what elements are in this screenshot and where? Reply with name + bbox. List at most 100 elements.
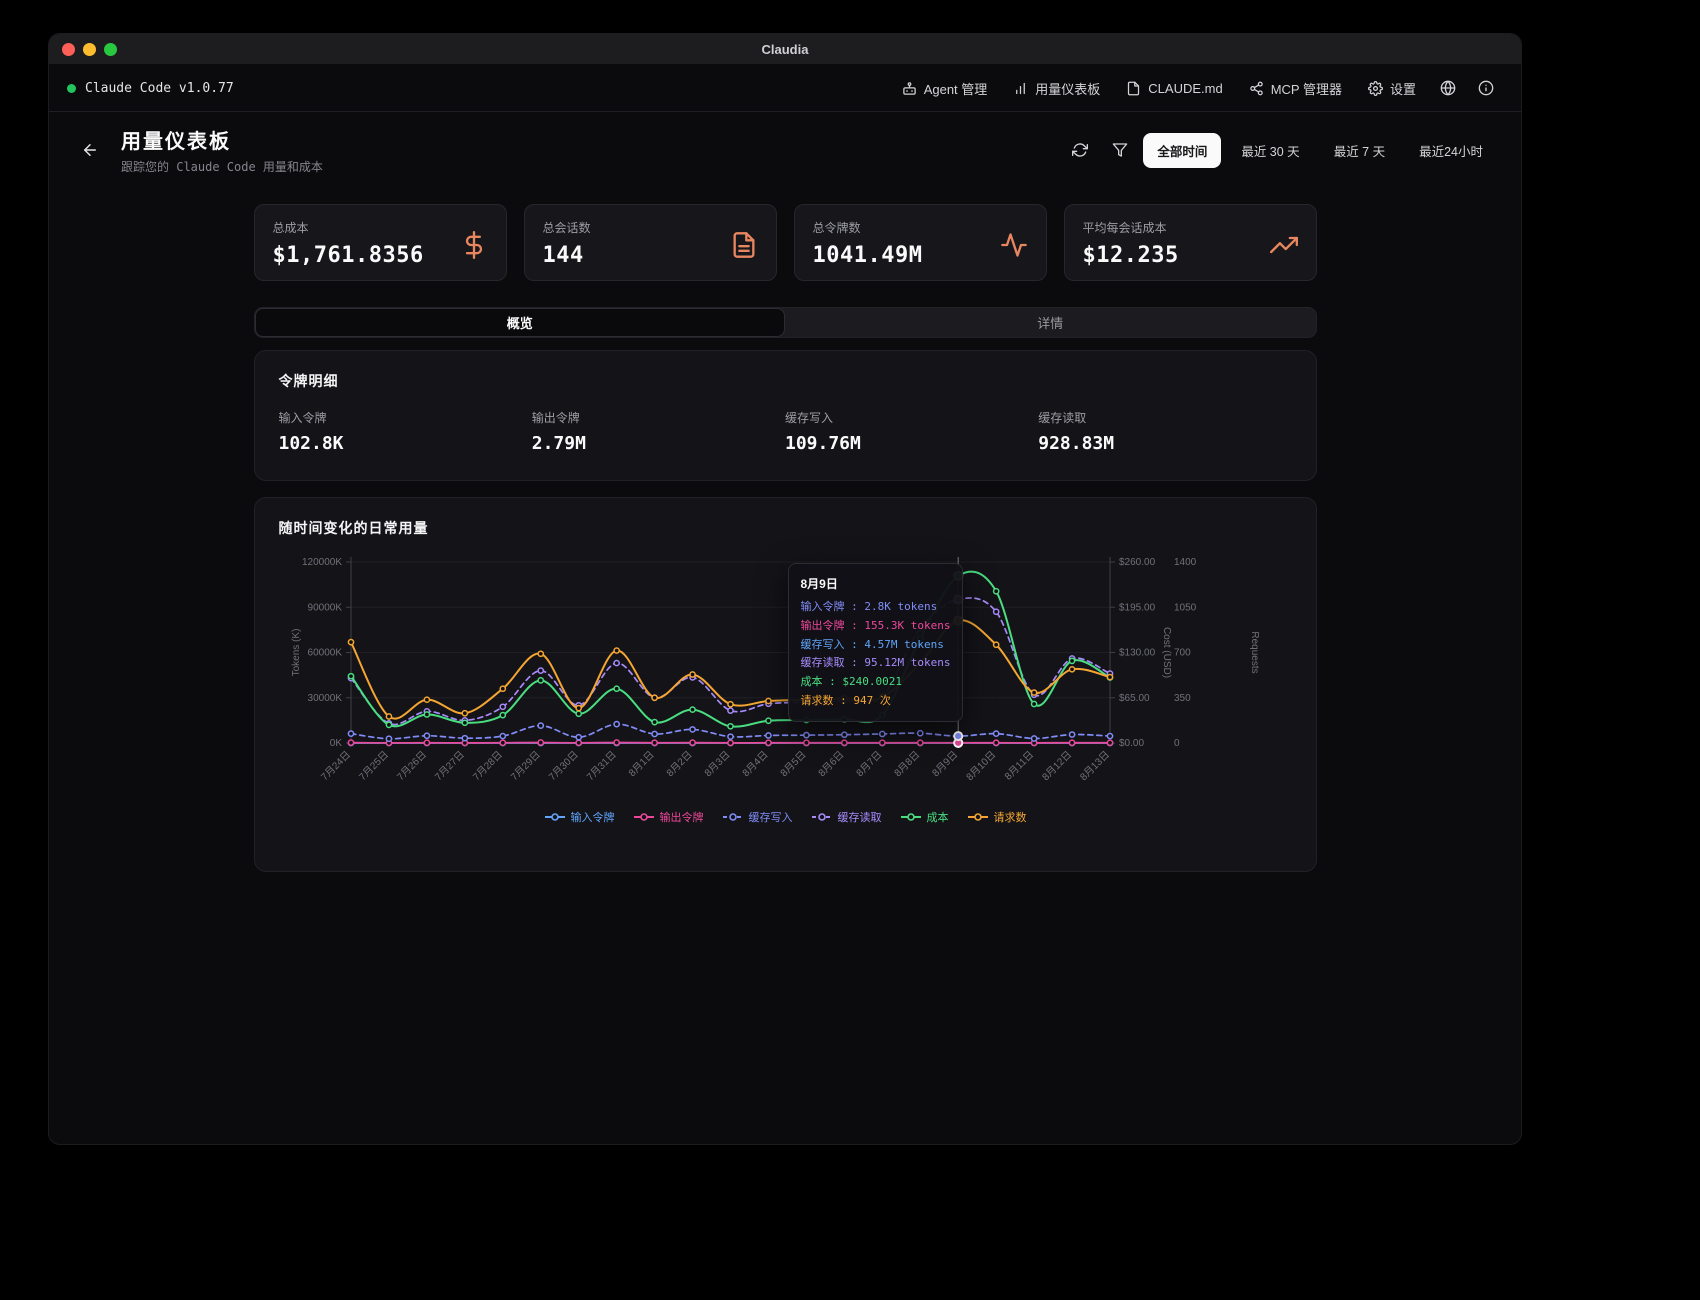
stat-card-avg-cost: 平均每会话成本 $12.235	[1064, 204, 1317, 281]
page-header: 用量仪表板 跟踪您的 Claude Code 用量和成本 全部时间 最近 30 …	[49, 112, 1521, 192]
nav-item-label: 用量仪表板	[1035, 79, 1100, 98]
refresh-button[interactable]	[1063, 135, 1097, 165]
back-button[interactable]	[73, 133, 107, 167]
legend-item[interactable]: 输出令牌	[633, 809, 704, 825]
svg-text:8月6日: 8月6日	[815, 749, 845, 779]
tooltip-row: 请求数 : 947 次	[801, 692, 951, 711]
legend-item[interactable]: 缓存读取	[811, 809, 882, 825]
nav-claude-md[interactable]: CLAUDE.md	[1115, 74, 1233, 103]
stat-label: 总成本	[273, 219, 488, 236]
nav-item-label: Agent 管理	[924, 79, 988, 98]
chart-tooltip: 8月9日 输入令牌 : 2.8K tokens输出令牌 : 155.3K tok…	[788, 563, 964, 722]
svg-text:7月26日: 7月26日	[394, 749, 428, 783]
svg-text:8月2日: 8月2日	[664, 749, 694, 779]
header-actions: 全部时间 最近 30 天 最近 7 天 最近24小时	[1063, 133, 1497, 168]
range-24-hours[interactable]: 最近24小时	[1405, 133, 1497, 168]
tooltip-row: 输出令牌 : 155.3K tokens	[801, 617, 951, 636]
svg-text:7月27日: 7月27日	[432, 749, 466, 783]
svg-text:8月4日: 8月4日	[740, 749, 770, 779]
svg-text:90000K: 90000K	[307, 602, 342, 613]
svg-text:Requests: Requests	[1249, 631, 1260, 673]
svg-text:8月3日: 8月3日	[702, 749, 732, 779]
app-window: Claudia Claude Code v1.0.77 Agent 管理 用量仪…	[48, 33, 1522, 1145]
legend-label: 输入令牌	[571, 809, 615, 825]
svg-text:8月10日: 8月10日	[963, 749, 997, 783]
trending-up-icon	[1270, 231, 1298, 264]
svg-text:$130.00: $130.00	[1119, 648, 1156, 659]
stat-card-total-sessions: 总会话数 144	[524, 204, 777, 281]
token-value: 109.76M	[785, 433, 1038, 454]
legend-item[interactable]: 请求数	[967, 809, 1027, 825]
token-value: 102.8K	[279, 433, 532, 454]
network-icon	[1249, 81, 1264, 96]
info-button[interactable]	[1469, 73, 1503, 103]
stat-value: $12.235	[1083, 243, 1298, 268]
legend-label: 输出令牌	[660, 809, 704, 825]
navbar: Claude Code v1.0.77 Agent 管理 用量仪表板 CLAUD…	[49, 65, 1521, 112]
legend-marker-icon	[811, 812, 833, 822]
svg-text:120000K: 120000K	[301, 557, 341, 568]
legend-marker-icon	[633, 812, 655, 822]
range-all-time[interactable]: 全部时间	[1143, 133, 1221, 168]
legend-marker-icon	[967, 812, 989, 822]
svg-text:8月13日: 8月13日	[1077, 749, 1111, 783]
svg-text:$0.00: $0.00	[1119, 738, 1144, 749]
tab-overview[interactable]: 概览	[255, 308, 786, 337]
token-item-cache-write: 缓存写入 109.76M	[785, 409, 1038, 454]
svg-text:7月25日: 7月25日	[356, 749, 390, 783]
activity-icon	[1000, 231, 1028, 264]
usage-line-chart[interactable]: 0K$0.00030000K$65.0035060000K$130.007009…	[279, 552, 1294, 798]
close-button[interactable]	[62, 43, 75, 56]
svg-text:8月11日: 8月11日	[1002, 749, 1036, 783]
tab-details[interactable]: 详情	[785, 308, 1316, 337]
filter-button[interactable]	[1103, 135, 1137, 165]
stat-label: 总会话数	[543, 219, 758, 236]
stat-card-total-tokens: 总令牌数 1041.49M	[794, 204, 1047, 281]
chart-title: 随时间变化的日常用量	[279, 518, 1292, 538]
legend-label: 缓存读取	[838, 809, 882, 825]
range-7-days[interactable]: 最近 7 天	[1320, 133, 1399, 168]
svg-text:700: 700	[1174, 648, 1191, 659]
svg-text:7月31日: 7月31日	[584, 749, 618, 783]
token-breakdown-card: 令牌明细 输入令牌 102.8K 输出令牌 2.79M 缓存写入 109.76M…	[254, 350, 1317, 481]
svg-text:0K: 0K	[329, 738, 342, 749]
file-icon	[1126, 81, 1141, 96]
status-dot-icon	[67, 84, 76, 93]
tooltip-row: 缓存读取 : 95.12M tokens	[801, 654, 951, 673]
tooltip-rows: 输入令牌 : 2.8K tokens输出令牌 : 155.3K tokens 缓存…	[801, 598, 951, 710]
nav-agent-manager[interactable]: Agent 管理	[891, 72, 999, 105]
nav-item-label: 设置	[1390, 79, 1416, 98]
zoom-button[interactable]	[104, 43, 117, 56]
nav-mcp-manager[interactable]: MCP 管理器	[1238, 72, 1353, 105]
language-button[interactable]	[1431, 73, 1465, 103]
svg-text:60000K: 60000K	[307, 648, 342, 659]
stat-value: $1,761.8356	[273, 243, 488, 268]
stat-value: 144	[543, 243, 758, 268]
nav-item-label: MCP 管理器	[1271, 79, 1342, 98]
token-label: 输出令牌	[532, 409, 785, 426]
brand-label: Claude Code v1.0.77	[85, 81, 234, 96]
svg-text:$260.00: $260.00	[1119, 557, 1156, 568]
token-label: 缓存读取	[1038, 409, 1291, 426]
stat-value: 1041.49M	[813, 243, 1028, 268]
stats-row: 总成本 $1,761.8356 总会话数 144 总令牌数 1041.49M	[254, 204, 1317, 281]
token-item-input: 输入令牌 102.8K	[279, 409, 532, 454]
stat-label: 平均每会话成本	[1083, 219, 1298, 236]
tooltip-title: 8月9日	[801, 574, 951, 594]
legend-item[interactable]: 输入令牌	[544, 809, 615, 825]
legend-item[interactable]: 成本	[900, 809, 949, 825]
legend-marker-icon	[722, 812, 744, 822]
legend-item[interactable]: 缓存写入	[722, 809, 793, 825]
legend-label: 缓存写入	[749, 809, 793, 825]
token-breakdown-title: 令牌明细	[279, 371, 1292, 391]
token-value: 928.83M	[1038, 433, 1291, 454]
range-30-days[interactable]: 最近 30 天	[1227, 133, 1313, 168]
stat-label: 总令牌数	[813, 219, 1028, 236]
nav-usage-dashboard[interactable]: 用量仪表板	[1002, 72, 1111, 105]
svg-text:1400: 1400	[1174, 557, 1197, 568]
nav-settings[interactable]: 设置	[1357, 72, 1427, 105]
nav-actions: Agent 管理 用量仪表板 CLAUDE.md MCP 管理器 设置	[891, 72, 1503, 105]
minimize-button[interactable]	[83, 43, 96, 56]
tooltip-row: 输入令牌 : 2.8K tokens	[801, 598, 951, 617]
svg-text:8月9日: 8月9日	[929, 749, 959, 779]
